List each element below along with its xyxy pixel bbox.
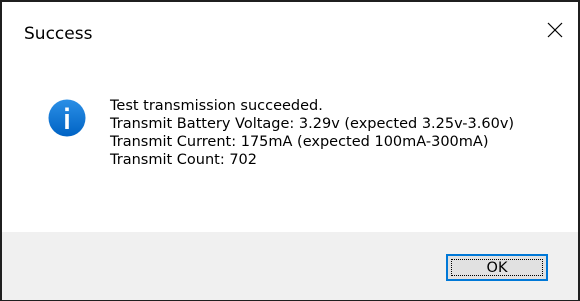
dialog-content: Test transmission succeeded. Transmit Ba… xyxy=(2,64,578,232)
message-heading: Test transmission succeeded. xyxy=(110,98,323,114)
close-button[interactable] xyxy=(532,10,578,50)
detail-transmit-count: Transmit Count: 702 xyxy=(110,152,257,168)
title-bar[interactable]: Success xyxy=(2,2,578,64)
ok-button[interactable]: OK xyxy=(446,254,548,281)
message-text: Test transmission succeeded. Transmit Ba… xyxy=(110,97,514,169)
ok-button-label: OK xyxy=(486,259,508,276)
close-icon xyxy=(547,22,563,38)
detail-transmit-current: Transmit Current: 175mA (expected 100mA-… xyxy=(110,134,489,150)
dialog-title: Success xyxy=(24,24,93,44)
button-bar: OK xyxy=(2,232,578,300)
information-icon xyxy=(48,99,86,137)
success-dialog: Success Test transmission succeeded. Tra… xyxy=(0,0,580,301)
detail-battery-voltage: Transmit Battery Voltage: 3.29v (expecte… xyxy=(110,116,515,132)
